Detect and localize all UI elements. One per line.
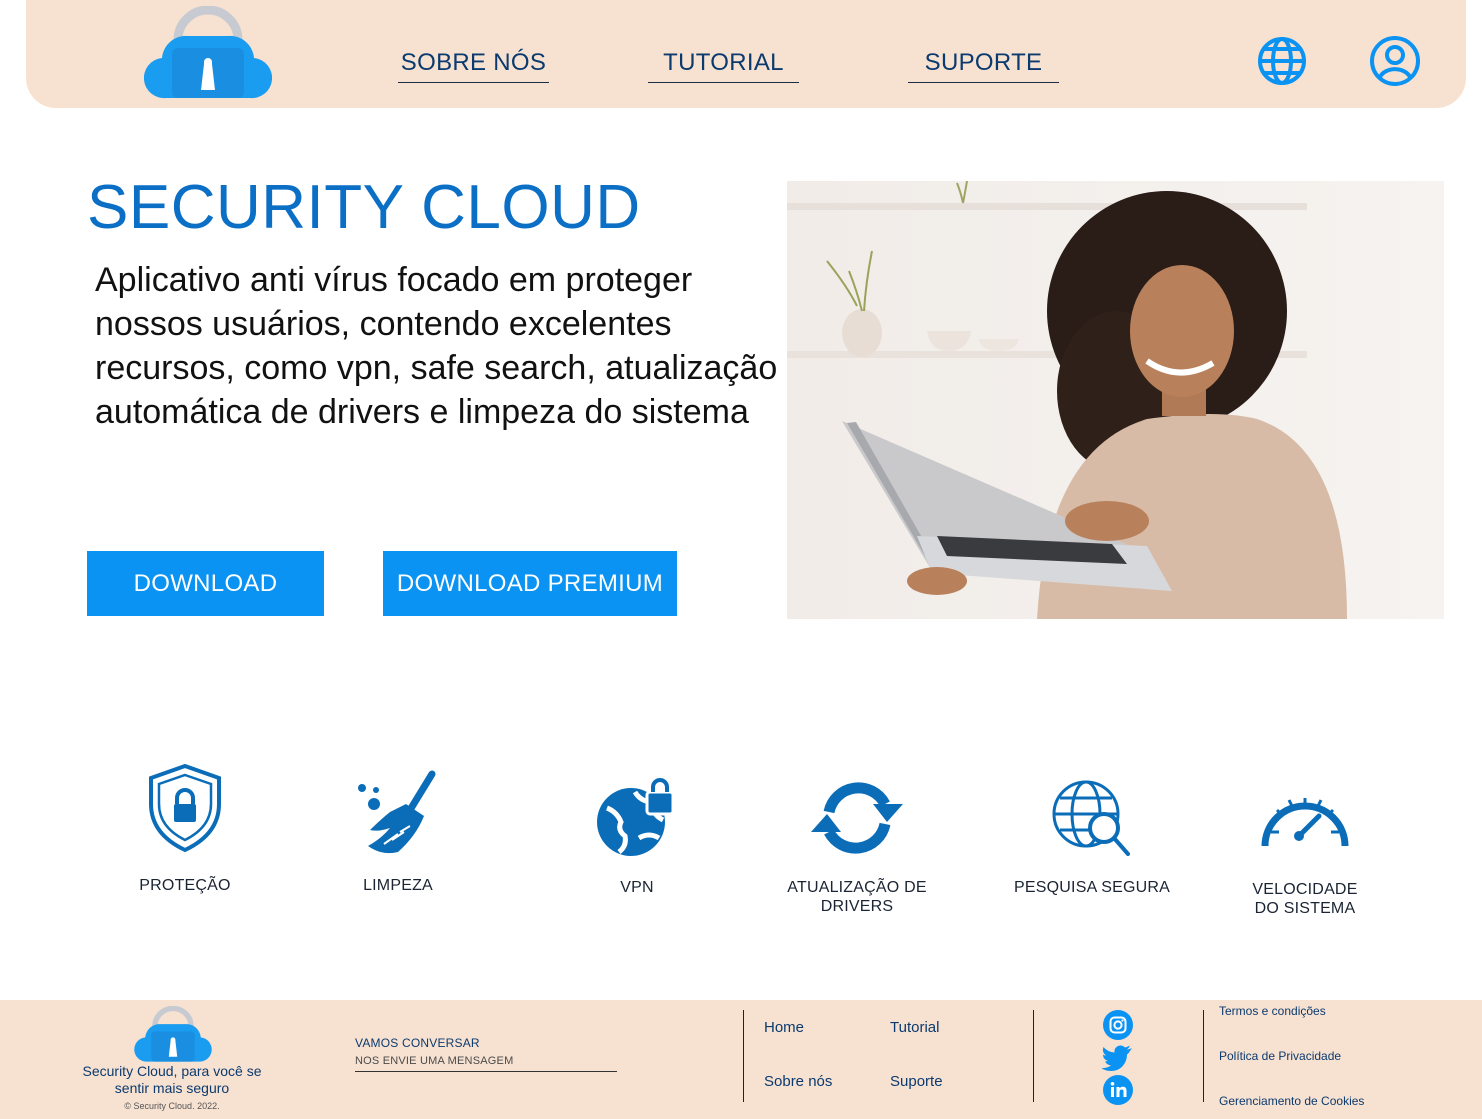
- footer-link-privacidade[interactable]: Política de Privacidade: [1219, 1049, 1341, 1063]
- contact-title: VAMOS CONVERSAR: [355, 1036, 480, 1050]
- feature-pesquisa: PESQUISA SEGURA: [1007, 778, 1177, 897]
- footer-link-cookies[interactable]: Gerenciamento de Cookies: [1219, 1094, 1364, 1108]
- globe-icon[interactable]: [1256, 35, 1308, 87]
- lock-cloud-logo-icon[interactable]: [144, 6, 272, 102]
- woman-with-laptop-photo: [787, 181, 1444, 619]
- site-footer: Security Cloud, para você se sentir mais…: [0, 1000, 1482, 1119]
- footer-link-home[interactable]: Home: [764, 1019, 804, 1036]
- site-header: SOBRE NÓS TUTORIAL SUPORTE: [26, 0, 1466, 108]
- user-icon[interactable]: [1369, 35, 1421, 87]
- footer-copyright: © Security Cloud. 2022.: [124, 1101, 220, 1111]
- feature-label: ATUALIZAÇÃO DE DRIVERS: [787, 879, 927, 915]
- footer-tagline: Security Cloud, para você se sentir mais…: [82, 1063, 262, 1096]
- footer-divider: [1033, 1010, 1034, 1102]
- linkedin-icon[interactable]: [1102, 1074, 1134, 1106]
- footer-link-termos[interactable]: Termos e condições: [1219, 1004, 1326, 1018]
- globe-lock-icon: [597, 778, 675, 856]
- download-premium-button[interactable]: DOWNLOAD PREMIUM: [383, 551, 677, 616]
- feature-limpeza: LIMPEZA: [318, 770, 478, 895]
- speedometer-icon: [1261, 798, 1349, 847]
- refresh-icon: [811, 782, 903, 854]
- twitter-icon[interactable]: [1102, 1041, 1134, 1073]
- footer-link-sobre-nos[interactable]: Sobre nós: [764, 1073, 832, 1090]
- footer-link-tutorial[interactable]: Tutorial: [890, 1019, 939, 1036]
- footer-link-suporte[interactable]: Suporte: [890, 1073, 943, 1090]
- hero-title: SECURITY CLOUD: [87, 173, 641, 242]
- feature-label: VPN: [620, 879, 654, 896]
- feature-label: VELOCIDADE DO SISTEMA: [1252, 881, 1358, 917]
- broom-icon: [358, 770, 436, 854]
- feature-label: LIMPEZA: [363, 877, 433, 894]
- nav-suporte[interactable]: SUPORTE: [908, 48, 1059, 83]
- instagram-icon[interactable]: [1102, 1009, 1134, 1041]
- feature-label: PROTEÇÃO: [139, 877, 231, 894]
- nav-tutorial[interactable]: TUTORIAL: [648, 48, 799, 83]
- globe-search-icon: [1052, 780, 1130, 856]
- lock-cloud-logo-icon[interactable]: [134, 1006, 212, 1064]
- hero-description: Aplicativo anti vírus focado em proteger…: [95, 261, 778, 431]
- download-button[interactable]: DOWNLOAD: [87, 551, 324, 616]
- feature-atualizacao: ATUALIZAÇÃO DE DRIVERS: [767, 778, 947, 916]
- feature-protecao: PROTEÇÃO: [105, 762, 265, 895]
- footer-divider: [1203, 1010, 1204, 1102]
- nav-sobre-nos[interactable]: SOBRE NÓS: [398, 48, 549, 83]
- feature-velocidade: VELOCIDADE DO SISTEMA: [1225, 782, 1385, 918]
- message-input[interactable]: NOS ENVIE UMA MENSAGEM: [355, 1055, 617, 1072]
- footer-divider: [743, 1010, 744, 1102]
- shield-lock-icon: [149, 763, 221, 853]
- feature-vpn: VPN: [557, 778, 717, 897]
- feature-label: PESQUISA SEGURA: [1014, 879, 1170, 896]
